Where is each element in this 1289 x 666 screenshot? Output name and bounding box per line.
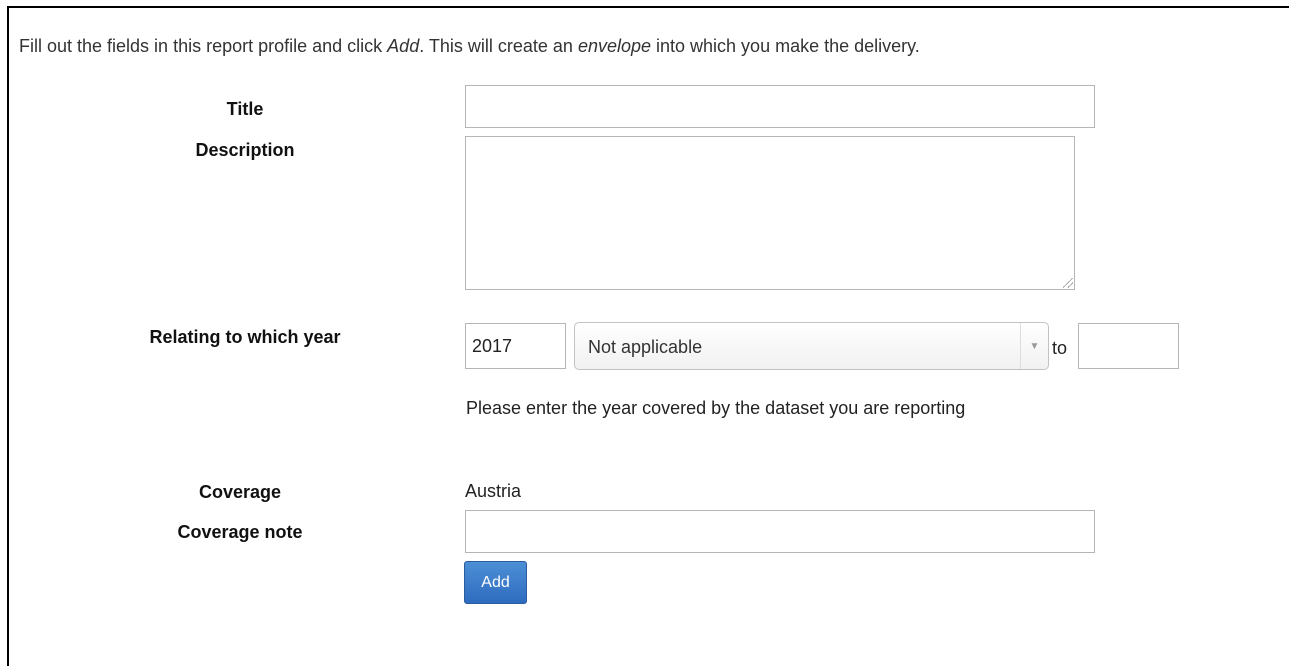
title-input[interactable] [465, 85, 1095, 128]
year-label: Relating to which year [149, 327, 341, 347]
to-label: to [1052, 338, 1068, 358]
year-from-input[interactable] [465, 323, 566, 369]
description-label: Description [195, 140, 295, 160]
coverage-note-label: Coverage note [177, 522, 303, 542]
coverage-note-input[interactable] [465, 510, 1095, 553]
intro-text: Fill out the fields in this report profi… [19, 36, 920, 57]
intro-envelope-word: envelope [577, 36, 652, 56]
year-help-text: Please enter the year covered by the dat… [466, 398, 966, 418]
year-to-input[interactable] [1078, 323, 1179, 369]
intro-part-1: Fill out the fields in this report profi… [19, 36, 388, 56]
year-qualifier-select[interactable]: Not applicable ▼ [574, 322, 1049, 370]
description-field-wrapper [465, 136, 1075, 290]
intro-part-2: . This will create an [419, 36, 578, 56]
description-textarea[interactable] [465, 136, 1075, 290]
intro-add-word: Add [387, 36, 420, 56]
year-qualifier-selected: Not applicable [588, 337, 703, 357]
resize-grip-icon[interactable] [1063, 278, 1073, 288]
intro-part-3: into which you make the delivery. [651, 36, 920, 56]
add-button[interactable]: Add [464, 561, 527, 604]
coverage-label: Coverage [198, 482, 282, 502]
title-label: Title [226, 99, 264, 119]
coverage-value: Austria [465, 481, 522, 501]
chevron-down-icon[interactable]: ▼ [1020, 323, 1048, 369]
